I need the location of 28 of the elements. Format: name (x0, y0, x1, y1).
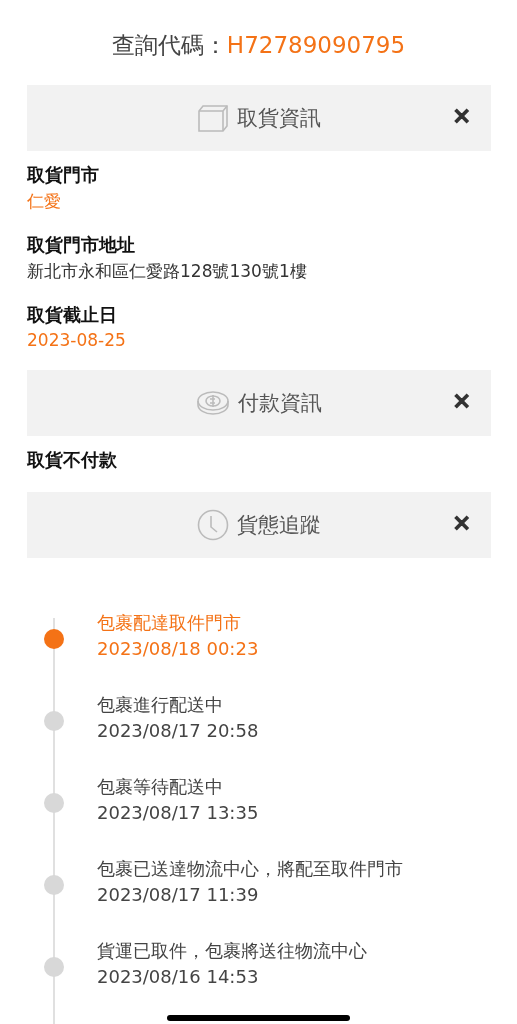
status-time: 2023/08/16 14:53 (97, 965, 260, 989)
close-button[interactable]: ✕ (452, 104, 471, 129)
field-label: 取貨門市地址 (27, 233, 136, 257)
status-time: 2023/08/17 13:35 (97, 801, 259, 825)
query-label: 查詢代碼： (111, 32, 227, 58)
query-code: H72789090795 (226, 32, 406, 58)
status-time: 2023/08/18 00:23 (97, 637, 259, 661)
field-value: 新北市永和區仁愛路128號130號1樓 (27, 260, 308, 283)
status-time: 2023/08/17 20:58 (97, 719, 259, 743)
coin-icon (196, 390, 230, 416)
status-time: 2023/08/17 11:39 (97, 883, 260, 907)
close-button[interactable]: ✕ (452, 511, 471, 536)
section-title: 貨態追蹤 (237, 512, 321, 539)
field-label: 取貨門市 (27, 163, 100, 187)
close-button[interactable]: ✕ (452, 389, 471, 414)
section-title: 付款資訊 (238, 390, 322, 417)
field-value: 2023-08-25 (27, 330, 127, 350)
status-text: 包裹配達取件門市 (97, 611, 242, 635)
field-value: 仁愛 (27, 190, 62, 213)
field-label: 取貨不付款 (27, 448, 118, 472)
status-text: 包裹等待配送中 (97, 775, 224, 799)
status-text: 包裹進行配送中 (97, 693, 224, 717)
section-title: 取貨資訊 (237, 105, 321, 132)
clock-icon (197, 509, 229, 541)
box-icon (197, 104, 229, 132)
field-label: 取貨截止日 (27, 303, 118, 327)
status-text: 包裹已送達物流中心，將配至取件門市 (97, 857, 403, 881)
status-text: 貨運已取件，包裹將送往物流中心 (97, 939, 367, 963)
